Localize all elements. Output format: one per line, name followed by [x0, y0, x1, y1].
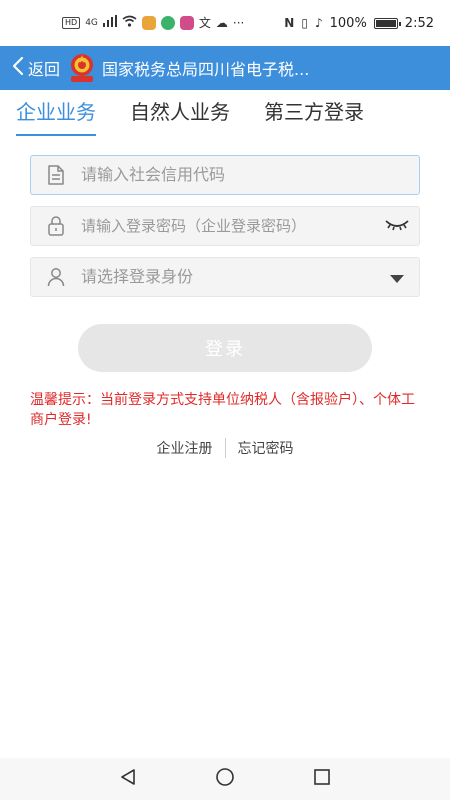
account-links: 企业注册 忘记密码 — [0, 438, 450, 458]
login-button[interactable]: 登录 — [78, 324, 372, 372]
cloud-icon: ☁ — [215, 16, 228, 30]
password-visibility-toggle[interactable] — [375, 217, 419, 236]
status-left-indicators: HD 4G 文 ☁ ··· — [62, 15, 244, 31]
back-label: 返回 — [28, 60, 61, 79]
credit-code-input[interactable]: 请输入社会信用代码 — [30, 155, 420, 195]
app-notification-icon — [160, 16, 175, 30]
vibrate-icon: ▯ — [301, 16, 308, 30]
tax-emblem-logo — [68, 53, 96, 83]
translate-icon: 文 — [198, 16, 211, 30]
app-notification-icon — [179, 16, 194, 30]
battery-level — [375, 19, 396, 27]
user-icon — [31, 267, 81, 287]
login-tip: 温馨提示：当前登录方式支持单位纳税人（含报验户）、个体工商户登录! — [30, 392, 415, 428]
mute-icon: ♪ — [314, 16, 323, 30]
square-recents-icon — [313, 768, 331, 790]
identity-dropdown-button[interactable] — [375, 268, 419, 287]
tab-enterprise[interactable]: 企业业务 — [16, 90, 96, 136]
password-input[interactable]: 请输入登录密码（企业登录密码） — [30, 206, 420, 246]
tab-individual[interactable]: 自然人业务 — [130, 90, 230, 136]
system-nav-bar — [0, 758, 450, 800]
nav-back-button[interactable] — [108, 759, 148, 799]
clock: 2:52 — [404, 15, 434, 31]
lock-icon — [31, 216, 81, 236]
login-tabs: 企业业务 自然人业务 第三方登录 — [0, 90, 450, 136]
signal-icon — [102, 15, 117, 31]
app-header: 返回 国家税务总局四川省电子税... — [0, 46, 450, 90]
app-notification-icon — [141, 16, 156, 30]
credit-code-placeholder: 请输入社会信用代码 — [81, 165, 226, 184]
tab-third-party[interactable]: 第三方登录 — [264, 90, 364, 136]
page-title: 国家税务总局四川省电子税... — [102, 60, 310, 79]
eye-closed-icon — [384, 217, 410, 236]
identity-select[interactable]: 请选择登录身份 — [30, 257, 420, 297]
password-placeholder: 请输入登录密码（企业登录密码） — [81, 217, 307, 235]
document-icon — [31, 165, 81, 185]
back-button[interactable]: 返回 — [0, 46, 60, 90]
wifi-icon — [122, 15, 137, 31]
nav-recents-button[interactable] — [302, 759, 342, 799]
caret-down-icon — [390, 268, 404, 287]
more-notifications-icon: ··· — [232, 16, 245, 30]
battery-percent: 100% — [329, 15, 367, 31]
triangle-back-icon — [119, 768, 137, 790]
nfc-icon: N — [284, 16, 295, 30]
identity-placeholder: 请选择登录身份 — [81, 267, 194, 286]
nav-home-button[interactable] — [205, 759, 245, 799]
network-type-indicator: 4G — [85, 18, 98, 28]
hd-indicator: HD — [62, 17, 81, 29]
chevron-left-icon — [12, 56, 24, 80]
status-bar: HD 4G 文 ☁ ··· N ▯ ♪ 100% 2:52 — [0, 0, 450, 46]
forgot-password-link[interactable]: 忘记密码 — [226, 438, 306, 458]
battery-icon — [373, 17, 401, 29]
circle-home-icon — [215, 767, 235, 791]
register-link[interactable]: 企业注册 — [145, 438, 225, 458]
status-right-indicators: N ▯ ♪ 100% 2:52 — [284, 16, 434, 31]
